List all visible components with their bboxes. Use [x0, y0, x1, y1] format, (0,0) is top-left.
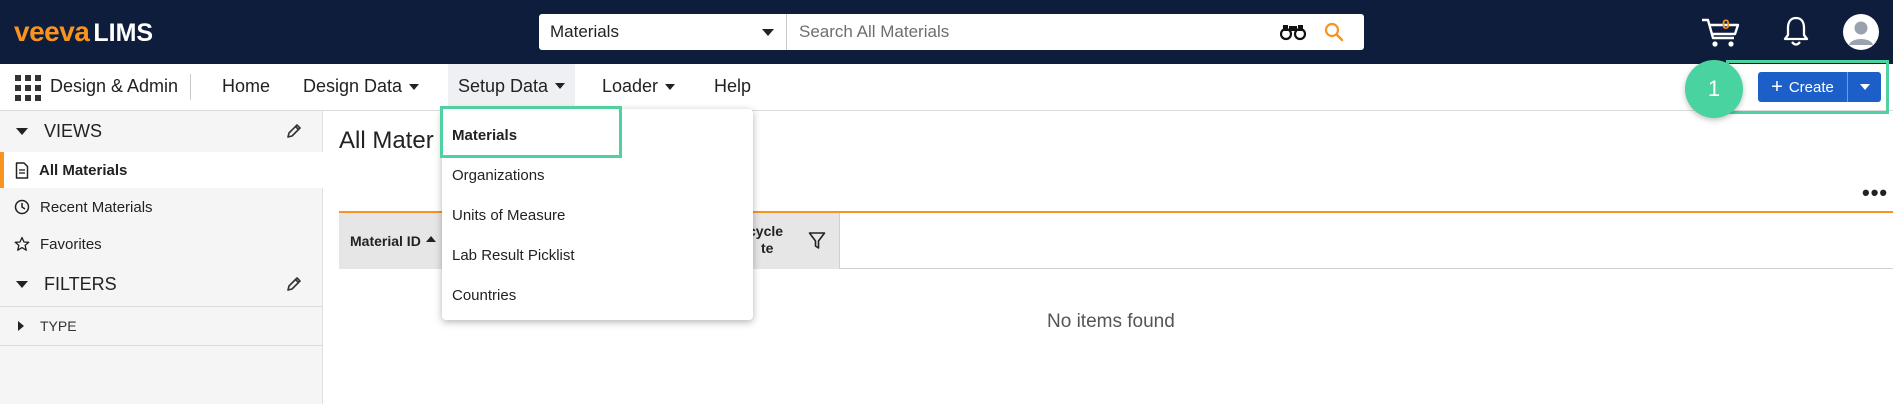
chevron-down-icon: [762, 29, 774, 36]
global-search: Materials: [539, 14, 1364, 50]
chevron-down-icon: [16, 127, 28, 135]
nav-item-home[interactable]: Home: [222, 76, 270, 97]
app-launcher-icon[interactable]: [15, 75, 41, 101]
nav-item-label: Home: [222, 76, 271, 96]
search-input[interactable]: [787, 14, 1364, 50]
top-bar: veeva LIMS Materials 0: [0, 0, 1893, 64]
menu-item-lab-result-picklist[interactable]: Lab Result Picklist: [452, 247, 575, 264]
filters-section-header[interactable]: FILTERS: [0, 264, 323, 304]
sidebar-item-favorites[interactable]: Favorites: [0, 226, 323, 262]
sidebar-item-label: Favorites: [40, 235, 102, 253]
views-section-header[interactable]: VIEWS: [0, 111, 323, 151]
column-divider: [839, 213, 840, 269]
filter-group-label: TYPE: [40, 318, 77, 334]
sort-ascending-icon: [425, 236, 436, 242]
sidebar-item-label: Recent Materials: [40, 198, 153, 216]
nav-item-setup-data[interactable]: Setup Data: [448, 64, 576, 111]
menu-item-units-of-measure[interactable]: Units of Measure: [452, 207, 565, 224]
views-label: VIEWS: [44, 120, 103, 141]
filter-icon[interactable]: [808, 231, 826, 251]
sidebar-item-all-materials[interactable]: All Materials: [0, 152, 323, 188]
chevron-down-icon: [1859, 84, 1870, 90]
create-button-label: Create: [1788, 78, 1834, 96]
nav-item-loader[interactable]: Loader: [602, 76, 676, 97]
nav-item-label: Setup Data: [458, 75, 549, 96]
create-button[interactable]: + Create: [1758, 72, 1848, 102]
logo-brand: veeva: [14, 16, 90, 47]
app-logo[interactable]: veeva LIMS: [14, 16, 153, 48]
nav-item-help[interactable]: Help: [714, 76, 751, 97]
clock-icon: [14, 199, 30, 215]
create-button-group: + Create: [1758, 72, 1881, 102]
plus-icon: +: [1771, 76, 1783, 98]
step-marker: 1: [1685, 60, 1743, 118]
nav-item-label: Help: [714, 76, 752, 96]
logo-product: LIMS: [93, 19, 154, 47]
pencil-icon[interactable]: [285, 122, 303, 140]
chevron-down-icon: [16, 280, 28, 288]
main-nav: Design & Admin Home Design Data Setup Da…: [0, 64, 1893, 111]
menu-item-organizations[interactable]: Organizations: [452, 167, 545, 184]
search-icon[interactable]: [1324, 22, 1344, 42]
page-title: All Mater: [339, 127, 434, 154]
app-name[interactable]: Design & Admin: [50, 76, 178, 97]
search-scope-value: Materials: [550, 22, 619, 41]
sidebar-item-label: All Materials: [39, 161, 128, 179]
filters-label: FILTERS: [44, 273, 117, 294]
document-icon: [15, 161, 29, 179]
column-header-label: Material ID: [350, 233, 421, 249]
column-header-material-id[interactable]: Material ID: [350, 233, 436, 249]
chevron-down-icon: [555, 83, 566, 89]
menu-highlight-box: [440, 106, 622, 158]
nav-divider: [190, 74, 191, 100]
sidebar: VIEWS All Materials Recent Materials Fav…: [0, 111, 323, 404]
chevron-down-icon: [409, 83, 420, 90]
nav-item-label: Design Data: [303, 76, 403, 96]
nav-item-label: Loader: [602, 76, 659, 96]
sidebar-item-recent-materials[interactable]: Recent Materials: [0, 189, 323, 225]
empty-state-text: No items found: [1047, 311, 1175, 332]
cart-button[interactable]: 0: [1700, 14, 1742, 50]
nav-item-design-data[interactable]: Design Data: [303, 76, 420, 97]
binoculars-icon[interactable]: [1280, 23, 1306, 41]
menu-item-countries[interactable]: Countries: [452, 287, 516, 304]
avatar[interactable]: [1842, 13, 1880, 51]
search-scope-select[interactable]: Materials: [539, 14, 787, 50]
cart-count-badge: 0: [1722, 16, 1730, 32]
filter-group-type[interactable]: TYPE: [0, 306, 323, 346]
star-icon: [14, 236, 30, 251]
chevron-right-icon: [18, 321, 24, 331]
chevron-down-icon: [665, 83, 676, 90]
bell-icon[interactable]: [1782, 14, 1810, 48]
cart-icon: [1702, 18, 1740, 47]
create-dropdown-button[interactable]: [1848, 72, 1881, 102]
pencil-icon[interactable]: [285, 275, 303, 293]
more-actions-icon[interactable]: •••: [1862, 180, 1888, 206]
